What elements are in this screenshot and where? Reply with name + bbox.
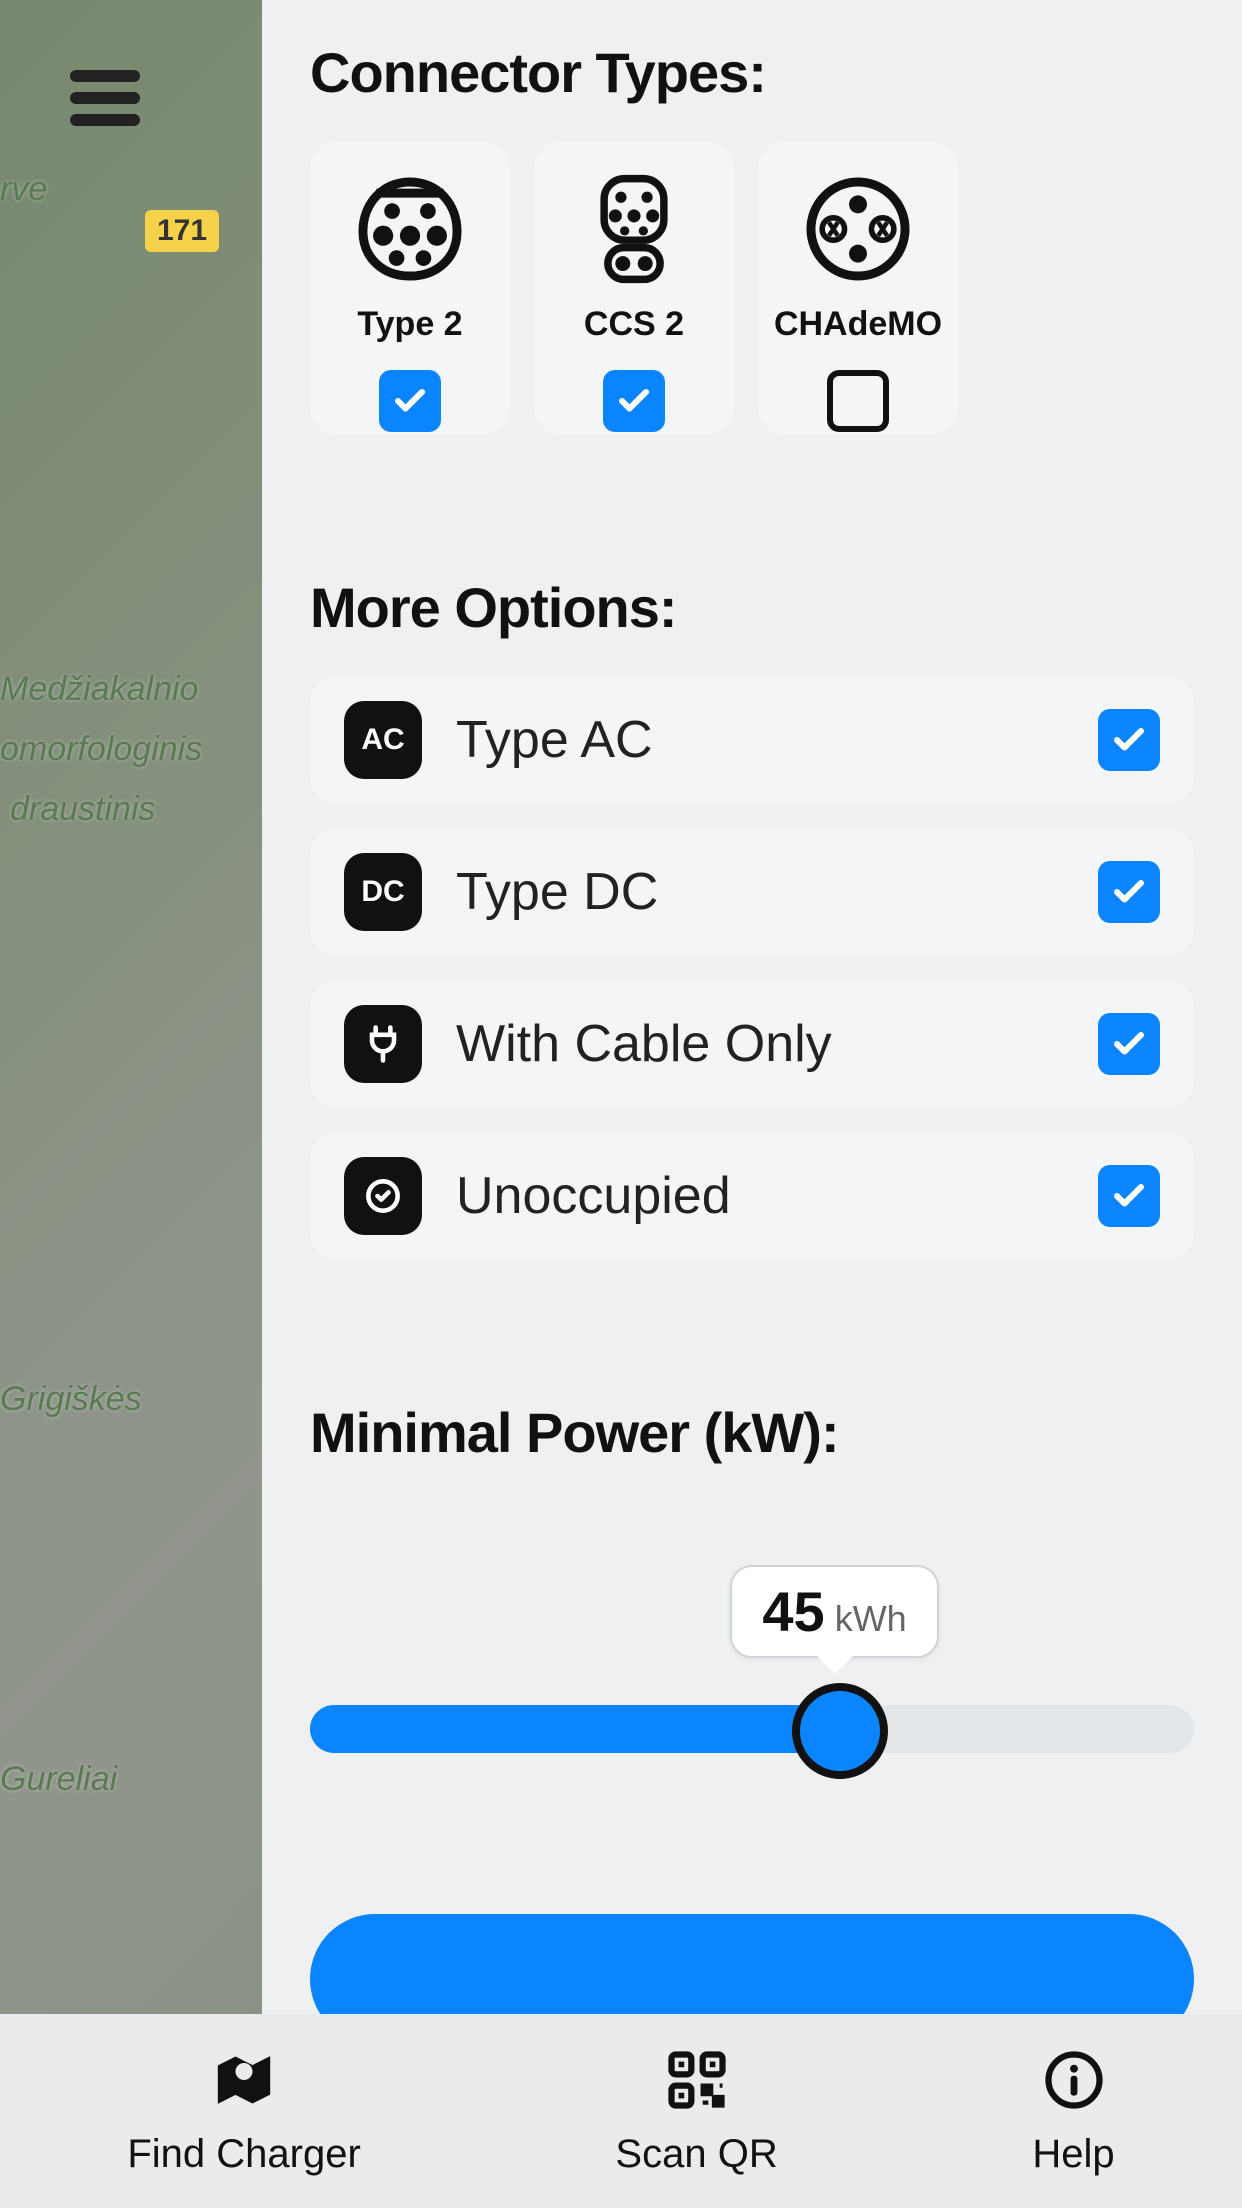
qr-icon — [658, 2046, 736, 2114]
option-checkbox[interactable] — [1098, 861, 1160, 923]
nav-label: Help — [1032, 2132, 1114, 2177]
option-type-dc[interactable]: DC Type DC — [310, 828, 1194, 956]
map-pin-icon — [205, 2046, 283, 2114]
nav-help[interactable]: Help — [1032, 2046, 1114, 2177]
chademo-icon — [802, 173, 914, 285]
option-unoccupied[interactable]: Unoccupied — [310, 1132, 1194, 1260]
power-slider[interactable]: 45 kWh — [310, 1565, 1194, 1785]
road-badge: 171 — [145, 210, 219, 252]
type2-icon — [354, 173, 466, 285]
option-checkbox[interactable] — [1098, 1013, 1160, 1075]
nav-scan-qr[interactable]: Scan QR — [615, 2046, 777, 2177]
connector-card-chademo[interactable]: CHAdeMO — [758, 141, 958, 435]
unoccupied-icon — [344, 1157, 422, 1235]
dc-icon: DC — [344, 853, 422, 931]
check-icon — [616, 383, 652, 419]
nav-find-charger[interactable]: Find Charger — [127, 2046, 360, 2177]
option-label: Type DC — [456, 862, 1064, 922]
check-icon — [1111, 874, 1147, 910]
map-label: omorfologinis — [0, 730, 202, 769]
slider-unit: kWh — [835, 1598, 907, 1640]
connector-card-ccs2[interactable]: CCS 2 — [534, 141, 734, 435]
connector-checkbox[interactable] — [603, 370, 665, 432]
nav-label: Find Charger — [127, 2132, 360, 2177]
connector-checkbox[interactable] — [379, 370, 441, 432]
apply-button[interactable] — [310, 1914, 1194, 2014]
map-label: Gureliai — [0, 1760, 117, 1799]
ccs2-icon — [578, 173, 690, 285]
options-list: AC Type AC DC Type DC With Cable Only — [310, 676, 1194, 1260]
map-label: draustinis — [10, 790, 156, 829]
plug-icon — [344, 1005, 422, 1083]
app-root: 171 rve Medžiakalnio omorfologinis draus… — [0, 0, 1242, 2208]
option-type-ac[interactable]: AC Type AC — [310, 676, 1194, 804]
slider-tooltip: 45 kWh — [730, 1565, 938, 1658]
option-label: Type AC — [456, 710, 1064, 770]
option-label: With Cable Only — [456, 1014, 1064, 1074]
option-checkbox[interactable] — [1098, 709, 1160, 771]
check-icon — [392, 383, 428, 419]
check-icon — [1111, 722, 1147, 758]
map-label: rve — [0, 170, 47, 209]
minimal-power-title: Minimal Power (kW): — [310, 1400, 1194, 1465]
map-label: Grigiškės — [0, 1380, 142, 1419]
ac-icon: AC — [344, 701, 422, 779]
filter-panel: Connector Types: Type 2 — [262, 0, 1242, 2014]
connector-checkbox[interactable] — [827, 370, 889, 432]
menu-icon[interactable] — [70, 70, 140, 126]
option-with-cable[interactable]: With Cable Only — [310, 980, 1194, 1108]
bottom-nav: Find Charger Scan QR Help — [0, 2014, 1242, 2208]
check-icon — [1111, 1026, 1147, 1062]
connector-card-type2[interactable]: Type 2 — [310, 141, 510, 435]
check-icon — [1111, 1178, 1147, 1214]
slider-fill — [310, 1705, 840, 1753]
option-label: Unoccupied — [456, 1166, 1064, 1226]
connector-types-title: Connector Types: — [310, 40, 1194, 105]
slider-thumb[interactable] — [792, 1683, 888, 1779]
nav-label: Scan QR — [615, 2132, 777, 2177]
option-checkbox[interactable] — [1098, 1165, 1160, 1227]
connector-name: Type 2 — [357, 305, 462, 344]
connector-name: CHAdeMO — [774, 305, 942, 344]
info-icon — [1035, 2046, 1113, 2114]
slider-value: 45 — [762, 1579, 824, 1644]
map-label: Medžiakalnio — [0, 670, 198, 709]
connector-row: Type 2 CCS 2 — [310, 141, 1194, 435]
more-options-title: More Options: — [310, 575, 1194, 640]
connector-name: CCS 2 — [584, 305, 684, 344]
